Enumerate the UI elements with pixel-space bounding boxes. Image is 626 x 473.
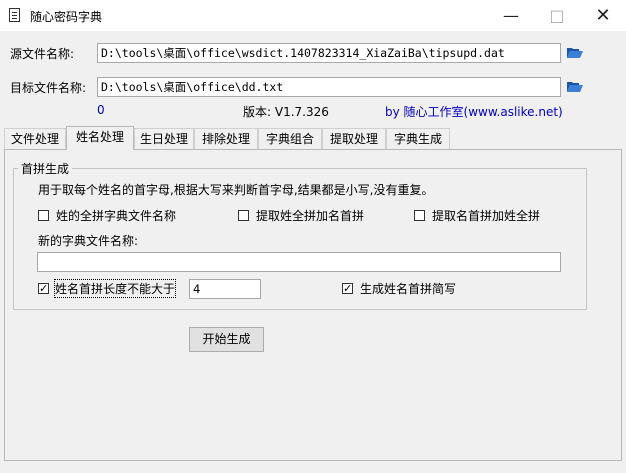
description-text: 用于取每个姓名的首字母,根据大写来判断首字母,结果都是小写,没有重复。 bbox=[38, 183, 434, 197]
version-label: 版本: V1.7.326 bbox=[243, 105, 329, 119]
open-folder-icon[interactable] bbox=[567, 47, 583, 59]
start-generate-button[interactable]: 开始生成 bbox=[189, 327, 264, 352]
tab-exclude-processing[interactable]: 排除处理 bbox=[194, 128, 258, 149]
initial-length-limit-input[interactable]: 4 bbox=[189, 279, 261, 299]
tab-name-processing[interactable]: 姓名处理 bbox=[66, 126, 134, 150]
window-title: 随心密码字典 bbox=[30, 10, 103, 24]
surname-fullpin-checkbox[interactable] bbox=[38, 210, 49, 221]
source-file-input[interactable]: D:\tools\桌面\office\wsdict.1407823314_Xia… bbox=[97, 43, 561, 63]
target-file-input[interactable]: D:\tools\桌面\office\dd.txt bbox=[97, 77, 561, 97]
new-dict-file-input[interactable] bbox=[37, 252, 561, 272]
new-dict-file-label: 新的字典文件名称: bbox=[38, 234, 139, 248]
app-document-icon bbox=[9, 8, 20, 22]
surname-full-name-initial-checkbox[interactable] bbox=[238, 210, 249, 221]
minimize-button[interactable]: — bbox=[488, 0, 534, 31]
generate-short-initials-checkbox[interactable]: ✓ bbox=[342, 283, 353, 294]
initial-length-limit-checkbox[interactable]: ✓ bbox=[38, 283, 49, 294]
credit-label: by 随心工作室(www.aslike.net) bbox=[385, 105, 563, 119]
groupbox-title: 首拼生成 bbox=[18, 160, 73, 177]
name-initial-surname-full-label[interactable]: 提取名首拼加姓全拼 bbox=[432, 207, 540, 224]
tab-extract-processing[interactable]: 提取处理 bbox=[322, 128, 386, 149]
title-bar: 随心密码字典 — □ ✕ bbox=[0, 0, 626, 31]
surname-fullpin-label[interactable]: 姓的全拼字典文件名称 bbox=[56, 207, 176, 224]
tab-file-processing[interactable]: 文件处理 bbox=[4, 128, 66, 149]
surname-full-name-initial-label[interactable]: 提取姓全拼加名首拼 bbox=[256, 207, 364, 224]
source-file-label: 源文件名称: bbox=[10, 47, 75, 61]
open-folder-icon[interactable] bbox=[567, 81, 583, 93]
tab-dict-generate[interactable]: 字典生成 bbox=[386, 128, 450, 149]
close-button[interactable]: ✕ bbox=[580, 0, 626, 31]
target-file-label: 目标文件名称: bbox=[10, 81, 87, 95]
maximize-button[interactable]: □ bbox=[534, 0, 580, 31]
generate-short-initials-label[interactable]: 生成姓名首拼简写 bbox=[360, 280, 456, 297]
initial-length-limit-label[interactable]: 姓名首拼长度不能大于 bbox=[53, 279, 177, 298]
tab-birthday-processing[interactable]: 生日处理 bbox=[134, 128, 194, 149]
file-count: 0 bbox=[97, 103, 105, 117]
name-initial-surname-full-checkbox[interactable] bbox=[414, 210, 425, 221]
tab-dict-combine[interactable]: 字典组合 bbox=[258, 128, 322, 149]
tab-bar: 文件处理 姓名处理 生日处理 排除处理 字典组合 提取处理 字典生成 bbox=[4, 126, 622, 150]
